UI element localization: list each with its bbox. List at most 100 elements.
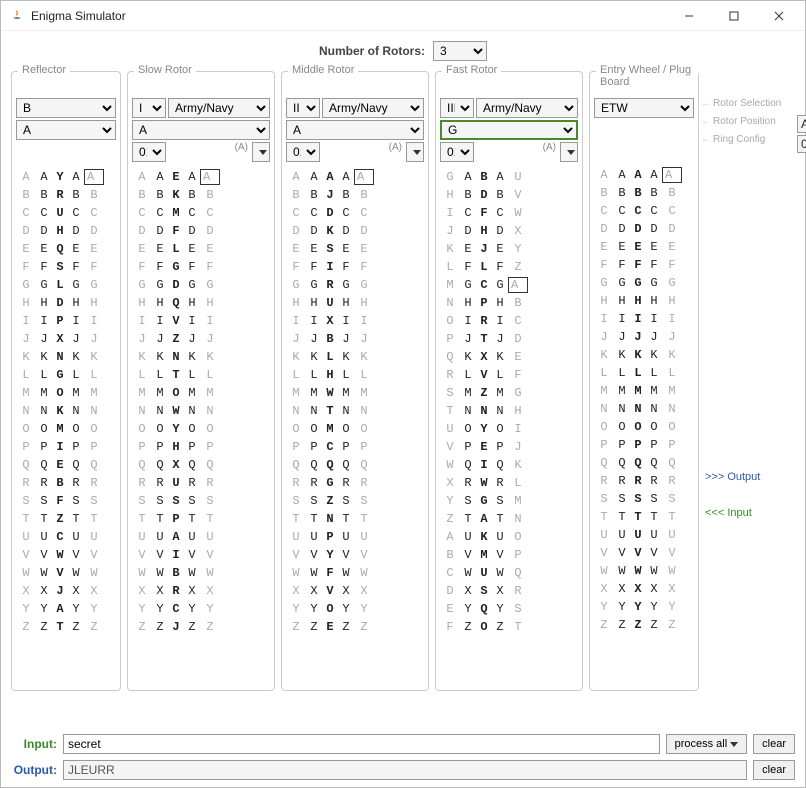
grid-row: W WBW W bbox=[132, 564, 270, 582]
columns-container: Reflector B A A AYA AB BRB BC CUC CD DHD… bbox=[11, 71, 795, 691]
reflector-column: Reflector B A A AYA AB BRB BC CUC CD DHD… bbox=[11, 71, 121, 691]
fast-rotor-grid: G ABA UH BDB VI CFC WJ DHD XK EJE YL FLF… bbox=[440, 168, 578, 636]
grid-row: J JZJ J bbox=[132, 330, 270, 348]
grid-row: B BRB B bbox=[16, 186, 116, 204]
window-controls bbox=[666, 2, 801, 30]
clear-input-button[interactable]: clear bbox=[753, 734, 795, 754]
grid-row: Z ZJZ Z bbox=[132, 618, 270, 636]
grid-row: I IXI I bbox=[286, 312, 424, 330]
grid-row: R RRR R bbox=[594, 472, 694, 490]
grid-row: K EJE Y bbox=[440, 240, 578, 258]
grid-row: Y YOY Y bbox=[286, 600, 424, 618]
grid-row: G GGG G bbox=[594, 274, 694, 292]
entry-wheel-title: Entry Wheel / Plug Board bbox=[596, 64, 698, 88]
clear-output-button[interactable]: clear bbox=[753, 760, 795, 780]
rotor-selection-label: Rotor Selection bbox=[713, 94, 781, 114]
grid-row: D XSX R bbox=[440, 582, 578, 600]
slow-ring-dropdown-icon[interactable] bbox=[252, 142, 270, 162]
grid-row: N NNN N bbox=[594, 400, 694, 418]
middle-rotor-column: Middle Rotor II Army/Navy A 01 (A) A AAA… bbox=[281, 71, 429, 691]
minimize-button[interactable] bbox=[666, 2, 711, 30]
rotor-count-row: Number of Rotors: 3 bbox=[11, 39, 795, 63]
grid-row: B VMV P bbox=[440, 546, 578, 564]
grid-row: L LLL L bbox=[594, 364, 694, 382]
grid-row: A AYA A bbox=[16, 168, 116, 186]
grid-row: V PEP J bbox=[440, 438, 578, 456]
grid-row: W QIQ K bbox=[440, 456, 578, 474]
reflector-select-1[interactable]: B bbox=[16, 98, 116, 118]
grid-row: M MWM M bbox=[286, 384, 424, 402]
slow-rotor-select[interactable]: I bbox=[132, 98, 166, 118]
grid-row: S SSS S bbox=[132, 492, 270, 510]
fast-ring-select[interactable]: 01 bbox=[440, 142, 474, 162]
rotor-count-select[interactable]: 3 bbox=[433, 41, 487, 61]
middle-position-select[interactable]: A bbox=[286, 120, 424, 140]
grid-row: K KNK K bbox=[132, 348, 270, 366]
grid-row: I IVI I bbox=[132, 312, 270, 330]
grid-row: U OYO I bbox=[440, 420, 578, 438]
close-button[interactable] bbox=[756, 2, 801, 30]
reflector-select-2[interactable]: A bbox=[16, 120, 116, 140]
reflector-grid: A AYA AB BRB BC CUC CD DHD DE EQE EF FSF… bbox=[16, 168, 116, 636]
grid-row: M GCG A bbox=[440, 276, 578, 294]
content-area: Number of Rotors: 3 Reflector B A A AYA … bbox=[1, 31, 805, 787]
input-label: Input: bbox=[11, 737, 57, 751]
slow-position-select[interactable]: A bbox=[132, 120, 270, 140]
slow-variant-select[interactable]: Army/Navy bbox=[168, 98, 270, 118]
middle-ring-dropdown-icon[interactable] bbox=[406, 142, 424, 162]
grid-row: F FGF F bbox=[132, 258, 270, 276]
output-signal-label: >>> Output bbox=[705, 471, 760, 483]
grid-row: Z ZEZ Z bbox=[286, 618, 424, 636]
grid-row: J JJJ J bbox=[594, 328, 694, 346]
grid-row: F FIF F bbox=[286, 258, 424, 276]
grid-row: N HPH B bbox=[440, 294, 578, 312]
fast-rotor-select[interactable]: III bbox=[440, 98, 474, 118]
grid-row: S MZM G bbox=[440, 384, 578, 402]
grid-row: R LVL F bbox=[440, 366, 578, 384]
app-window: Enigma Simulator Number of Rotors: 3 Ref… bbox=[0, 0, 806, 788]
entry-wheel-column: Entry Wheel / Plug Board ETW A AAA AB BB… bbox=[589, 71, 699, 691]
fast-position-select[interactable]: G bbox=[440, 120, 578, 140]
output-label: Output: bbox=[11, 763, 57, 777]
grid-row: Q QEQ Q bbox=[16, 456, 116, 474]
grid-row: M MMM M bbox=[594, 382, 694, 400]
middle-rotor-grid: A AAA AB BJB BC CDC CD DKD DE ESE EF FIF… bbox=[286, 168, 424, 636]
grid-row: A AAA A bbox=[594, 166, 694, 184]
grid-row: N NTN N bbox=[286, 402, 424, 420]
grid-row: E EEE E bbox=[594, 238, 694, 256]
slow-ring-select[interactable]: 01 bbox=[132, 142, 166, 162]
window-title: Enigma Simulator bbox=[31, 9, 666, 23]
grid-row: H HUH H bbox=[286, 294, 424, 312]
grid-row: W WWW W bbox=[594, 562, 694, 580]
grid-row: I CFC W bbox=[440, 204, 578, 222]
grid-row: U UPU U bbox=[286, 528, 424, 546]
entry-wheel-select[interactable]: ETW bbox=[594, 98, 694, 118]
fast-ring-dropdown-icon[interactable] bbox=[560, 142, 578, 162]
grid-row: Q QQQ Q bbox=[594, 454, 694, 472]
maximize-button[interactable] bbox=[711, 2, 756, 30]
grid-row: S SFS S bbox=[16, 492, 116, 510]
grid-row: L LGL L bbox=[16, 366, 116, 384]
fast-rotor-title: Fast Rotor bbox=[442, 64, 501, 76]
fast-variant-select[interactable]: Army/Navy bbox=[476, 98, 578, 118]
grid-row: C CUC C bbox=[16, 204, 116, 222]
middle-rotor-select[interactable]: II bbox=[286, 98, 320, 118]
grid-row: M MOM M bbox=[16, 384, 116, 402]
grid-row: O OMO O bbox=[16, 420, 116, 438]
middle-ring-select[interactable]: 01 bbox=[286, 142, 320, 162]
grid-row: F FSF F bbox=[16, 258, 116, 276]
middle-variant-select[interactable]: Army/Navy bbox=[322, 98, 424, 118]
grid-row: W WVW W bbox=[16, 564, 116, 582]
input-field[interactable] bbox=[63, 734, 660, 754]
side-labels: ←Rotor Selection ←Rotor Position ←Ring C… bbox=[701, 95, 797, 149]
grid-row: S SSS S bbox=[594, 490, 694, 508]
grid-row: H HHH H bbox=[594, 292, 694, 310]
grid-row: L FLF Z bbox=[440, 258, 578, 276]
process-all-button[interactable]: process all bbox=[666, 734, 748, 754]
grid-row: C CDC C bbox=[286, 204, 424, 222]
ring-summary-box[interactable]: 01/01.. bbox=[797, 135, 806, 153]
grid-row: E ESE E bbox=[286, 240, 424, 258]
grid-row: Z TAT N bbox=[440, 510, 578, 528]
grid-row: F FFF F bbox=[594, 256, 694, 274]
position-summary-box[interactable]: A/A/A.. bbox=[797, 115, 806, 133]
